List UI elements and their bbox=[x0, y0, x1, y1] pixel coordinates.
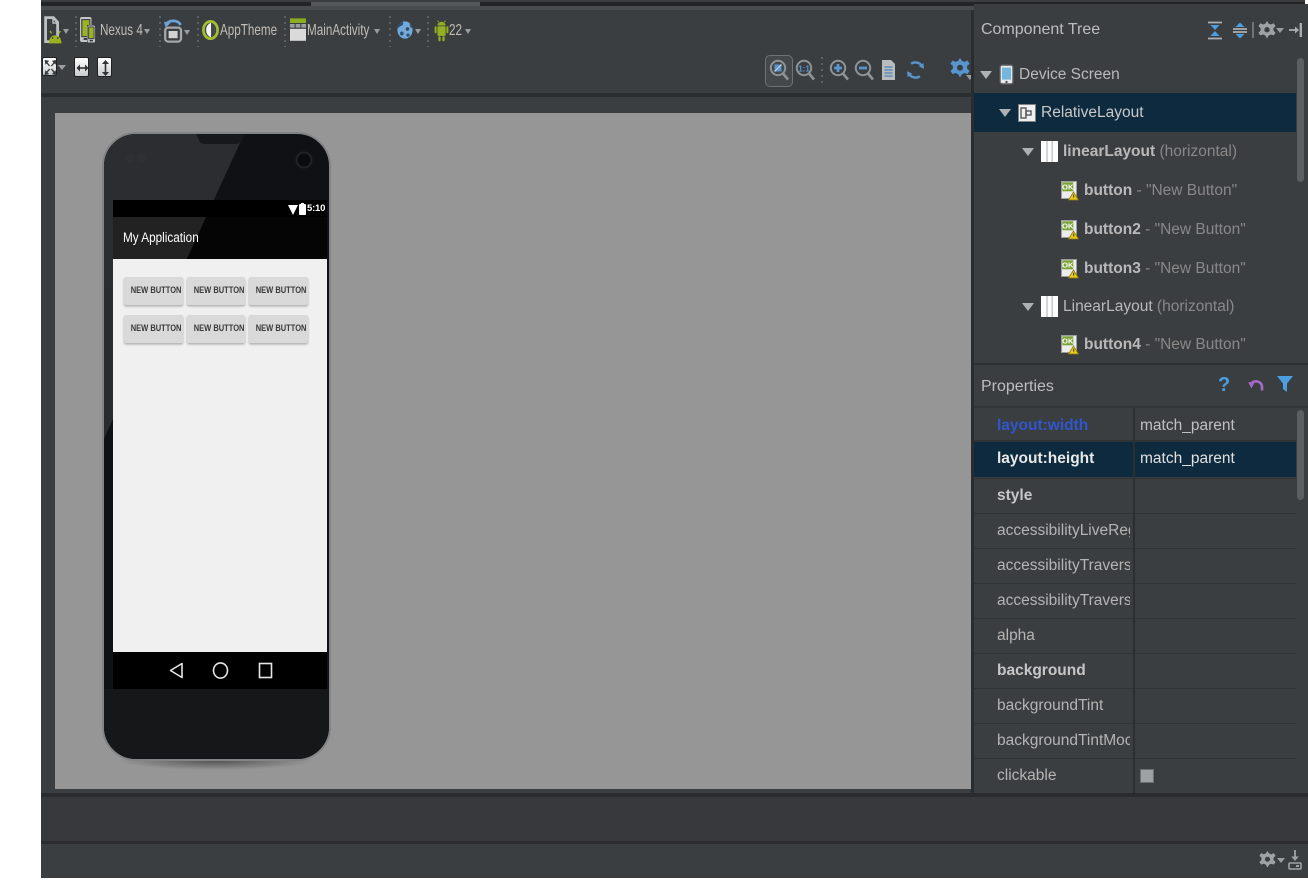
svg-text:1:1: 1:1 bbox=[798, 65, 810, 74]
svg-text:OK: OK bbox=[1062, 182, 1074, 191]
